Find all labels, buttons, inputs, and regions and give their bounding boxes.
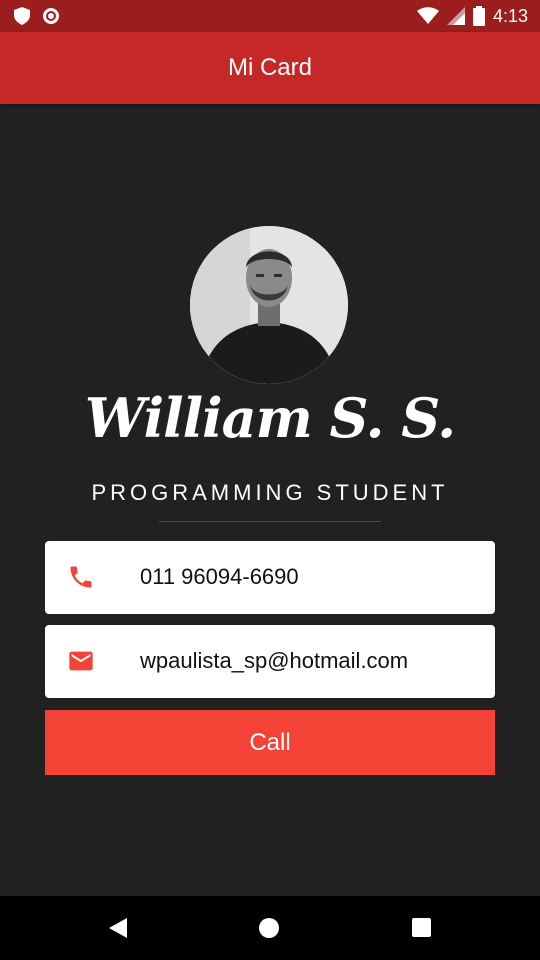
record-icon [43,8,59,24]
phone-card[interactable]: 011 96094-6690 [45,541,495,614]
phone-number: 011 96094-6690 [140,564,299,589]
main-content: William S. S. PROGRAMMING STUDENT 011 96… [0,104,540,896]
wifi-icon [416,7,439,24]
recents-icon[interactable] [412,918,431,937]
navigation-bar [0,896,540,960]
back-icon[interactable] [107,916,129,940]
avatar [190,226,348,384]
status-time: 4:13 [492,6,528,26]
status-bar: 4:13 [0,0,540,32]
battery-icon [472,6,485,26]
app-bar: Mi Card [0,32,540,104]
mail-icon [69,651,93,671]
profile-photo [190,226,348,384]
app-title: Mi Card [227,54,312,81]
phone-icon [70,566,92,588]
home-icon[interactable] [259,918,279,938]
profile-role: PROGRAMMING STUDENT [91,480,449,505]
email-card[interactable]: wpaulista_sp@hotmail.com [45,625,495,698]
profile-name: William S. S. [84,386,456,450]
status-right-icons: 4:13 [416,5,528,27]
call-button[interactable]: Call [45,710,495,775]
signal-icon [446,7,465,25]
status-left-icons [14,7,60,25]
email-address: wpaulista_sp@hotmail.com [140,648,409,673]
shield-icon [14,7,30,25]
divider [159,521,381,522]
